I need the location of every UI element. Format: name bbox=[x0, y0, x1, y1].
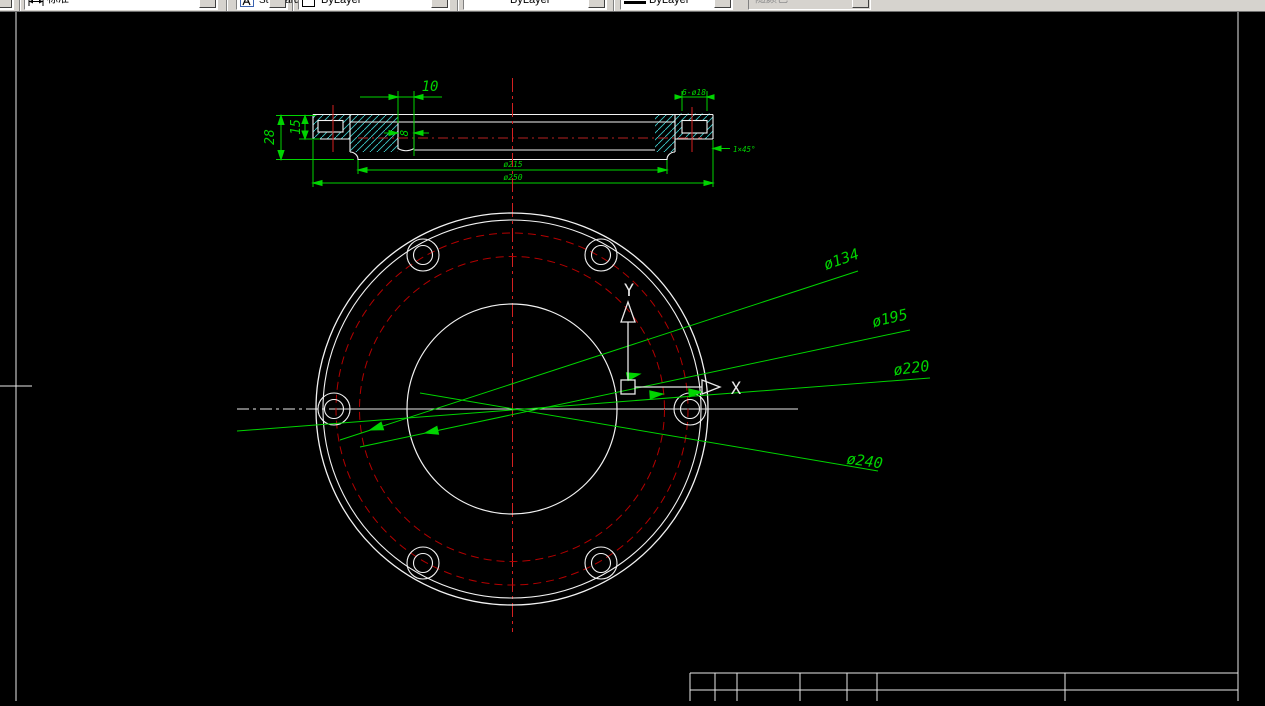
dim-spigot: ø215 bbox=[503, 160, 522, 169]
linetype-control-value: ByLayer bbox=[510, 0, 551, 6]
toolbar-separator bbox=[613, 0, 615, 11]
model-space-canvas[interactable]: 28 15 10 8 6-ø18 1×45° ø215 ø250 bbox=[0, 11, 1265, 701]
dimension-style-combo[interactable]: 标准 bbox=[24, 0, 218, 10]
plot-style-value: 随颜色 bbox=[755, 0, 788, 6]
color-control-value: ByLayer bbox=[321, 0, 362, 6]
toolbar-separator bbox=[226, 0, 228, 11]
lineweight-control-combo[interactable]: ByLayer bbox=[620, 0, 733, 10]
chevron-down-icon[interactable] bbox=[714, 0, 731, 8]
chevron-down-icon[interactable] bbox=[431, 0, 448, 8]
dim-outer: ø250 bbox=[503, 173, 522, 182]
plan-view: ø134 ø195 ø220 ø240 Y X bbox=[236, 78, 931, 632]
dimension-style-value: 标准 bbox=[47, 0, 69, 6]
toolbar-separator bbox=[292, 0, 294, 11]
color-control-combo[interactable]: ByLayer bbox=[298, 0, 450, 10]
lineweight-icon bbox=[624, 1, 646, 4]
combo-fragment[interactable] bbox=[0, 0, 14, 10]
lineweight-control-value: ByLayer bbox=[649, 0, 690, 6]
toolbar-separator bbox=[457, 0, 459, 11]
dia-outer-ring-label: ø240 bbox=[846, 450, 884, 473]
linetype-control-combo[interactable]: ByLayer bbox=[463, 0, 607, 10]
chevron-down-icon[interactable] bbox=[269, 0, 286, 8]
chevron-down-icon bbox=[852, 0, 869, 8]
dim-8: 8 bbox=[398, 129, 411, 136]
flange-drawing: 28 15 10 8 6-ø18 1×45° ø215 ø250 bbox=[0, 11, 1239, 701]
dia-recess-label: ø220 bbox=[892, 357, 930, 379]
dim-chamfer: 1×45° bbox=[733, 145, 756, 154]
diameter-leaders bbox=[236, 270, 931, 472]
dim-15: 15 bbox=[289, 119, 304, 135]
section-view: 28 15 10 8 6-ø18 1×45° ø215 ø250 bbox=[263, 79, 756, 187]
dia-bore-label: ø134 bbox=[821, 245, 861, 274]
ucs-x-label: X bbox=[731, 379, 742, 399]
plot-style-control-combo: 随颜色 bbox=[748, 0, 871, 10]
toolbar-separator bbox=[19, 0, 21, 11]
title-block bbox=[689, 672, 1238, 701]
dim-28: 28 bbox=[263, 129, 278, 145]
text-style-icon bbox=[240, 0, 254, 7]
ucs-y-label: Y bbox=[624, 281, 634, 301]
ucs-icon bbox=[620, 300, 722, 395]
dia-bolt-circle-label: ø195 bbox=[870, 305, 909, 331]
dimension-style-icon bbox=[28, 0, 44, 6]
chevron-down-icon[interactable] bbox=[0, 0, 12, 8]
chevron-down-icon[interactable] bbox=[199, 0, 216, 8]
color-swatch-icon bbox=[302, 0, 315, 7]
dim-10: 10 bbox=[422, 79, 439, 95]
object-properties-toolbar: 标准 Standard ByLayer ByLayer ByLayer 随颜色 bbox=[0, 0, 1265, 12]
chevron-down-icon[interactable] bbox=[588, 0, 605, 8]
dim-bolt-holes: 6-ø18 bbox=[682, 88, 706, 97]
text-style-combo[interactable]: Standard bbox=[236, 0, 300, 10]
